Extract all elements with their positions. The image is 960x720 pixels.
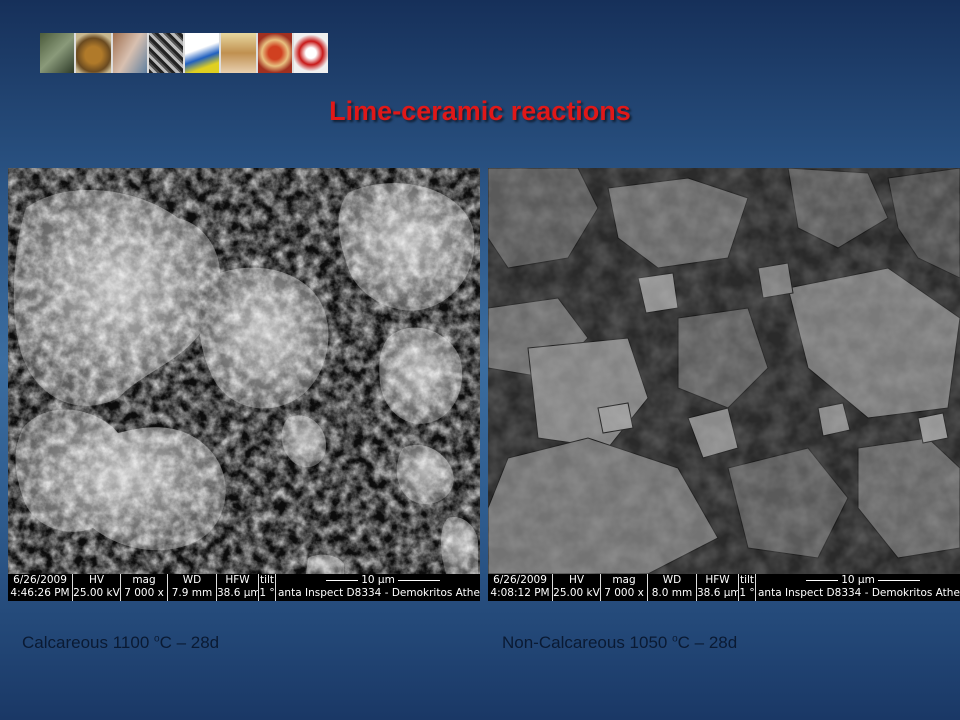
wd-value: 7.9 mm bbox=[171, 587, 213, 599]
mag-label: mag bbox=[612, 574, 636, 586]
hv-label: HV bbox=[568, 574, 585, 586]
logo-tile-1 bbox=[40, 33, 75, 73]
tilt-label: tilt bbox=[259, 574, 275, 586]
wd-label: WD bbox=[662, 574, 682, 586]
hfw-value: 38.6 µm bbox=[697, 587, 739, 599]
time-value: 4:08:12 PM bbox=[490, 587, 550, 599]
wd-label: WD bbox=[182, 574, 202, 586]
logo-tile-6 bbox=[221, 33, 256, 73]
caption-non-calcareous: Non-Calcareous 1050 oC – 28d bbox=[502, 633, 738, 652]
time-value: 4:46:26 PM bbox=[10, 587, 70, 599]
scale-bar: 10 µm bbox=[276, 574, 480, 587]
logo-tile-7 bbox=[257, 33, 292, 73]
wd-value: 8.0 mm bbox=[651, 587, 693, 599]
hfw-value: 38.6 µm bbox=[217, 587, 259, 599]
date-value: 6/26/2009 bbox=[13, 574, 67, 586]
hv-value: 25.00 kV bbox=[553, 587, 600, 599]
mag-value: 7 000 x bbox=[124, 587, 164, 599]
logo-tile-5 bbox=[185, 33, 220, 73]
slide-title: Lime-ceramic reactions bbox=[329, 96, 631, 126]
hfw-label: HFW bbox=[705, 574, 730, 586]
instrument-label: anta Inspect D8334 - Demokritos Athe bbox=[278, 587, 480, 599]
sem-image-calcareous: 6/26/2009 4:46:26 PM HV 25.00 kV mag 7 000 … bbox=[8, 168, 480, 601]
date-value: 6/26/2009 bbox=[493, 574, 547, 586]
caption-calcareous: Calcareous 1100 oC – 28d bbox=[22, 633, 220, 652]
sem-texture-non-calcareous bbox=[488, 168, 960, 574]
sem-image-non-calcareous: 6/26/2009 4:08:12 PM HV 25.00 kV mag 7 000 … bbox=[488, 168, 960, 601]
sem-databar-right: 6/26/2009 4:08:12 PM HV 25.00 kV mag 7 000 … bbox=[488, 574, 960, 601]
sem-texture-calcareous bbox=[8, 168, 480, 574]
tilt-label: tilt bbox=[739, 574, 755, 586]
logo-tile-4 bbox=[148, 33, 183, 73]
scale-label: 10 µm bbox=[358, 574, 398, 586]
scale-bar: 10 µm bbox=[756, 574, 960, 587]
hv-label: HV bbox=[88, 574, 105, 586]
logo-tile-2 bbox=[76, 33, 111, 73]
instrument-label: anta Inspect D8334 - Demokritos Athe bbox=[758, 587, 960, 599]
sem-databar-left: 6/26/2009 4:46:26 PM HV 25.00 kV mag 7 000 … bbox=[8, 574, 480, 601]
mag-value: 7 000 x bbox=[604, 587, 644, 599]
tilt-value: 1 ° bbox=[739, 587, 755, 599]
tilt-value: 1 ° bbox=[259, 587, 275, 599]
mag-label: mag bbox=[132, 574, 156, 586]
logo-tile-3 bbox=[112, 33, 147, 73]
scale-label: 10 µm bbox=[838, 574, 878, 586]
hfw-label: HFW bbox=[225, 574, 250, 586]
hv-value: 25.00 kV bbox=[73, 587, 120, 599]
logo-tile-8 bbox=[293, 33, 328, 73]
header-logo-strip bbox=[40, 33, 328, 73]
